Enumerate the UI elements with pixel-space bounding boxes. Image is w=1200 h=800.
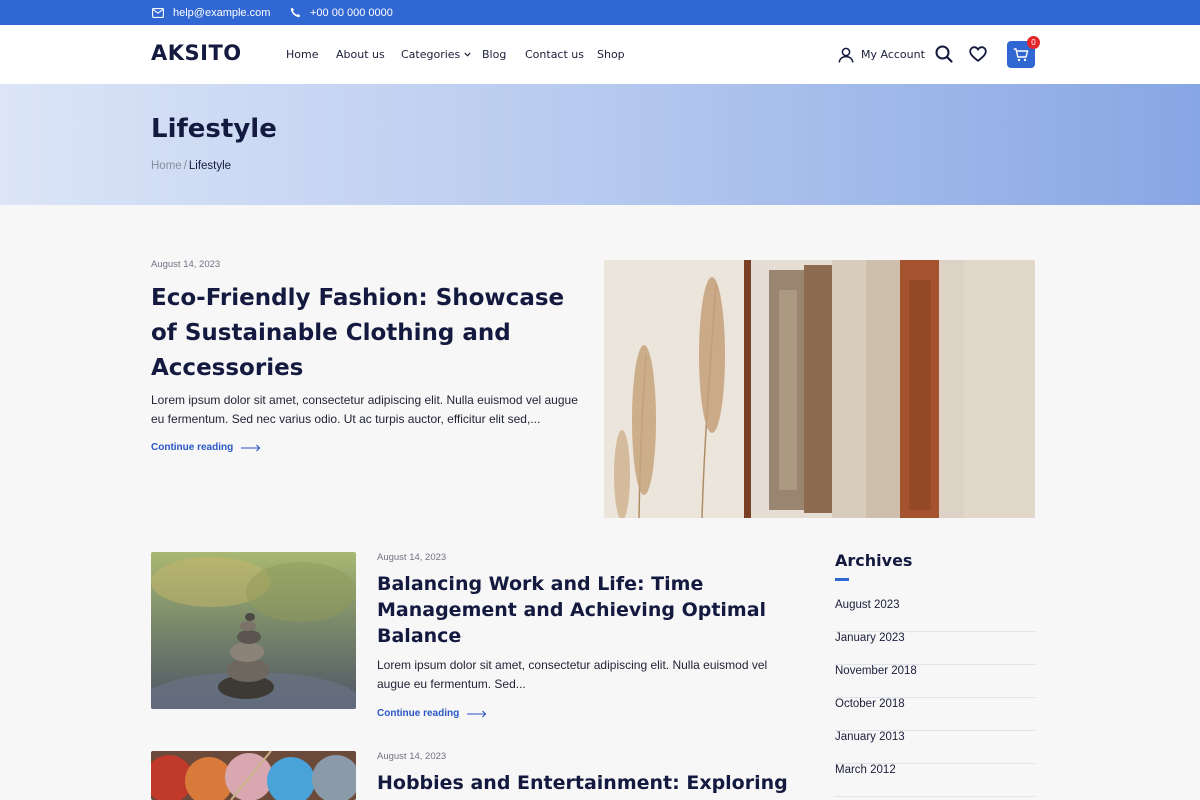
nav-about[interactable]: About us [336,25,385,84]
mail-icon [152,7,164,18]
featured-post-title[interactable]: Eco-Friendly Fashion: Showcase of Sustai… [151,281,591,386]
featured-continue-reading-link[interactable]: Continue reading [151,442,261,453]
arrow-right-icon [467,710,487,717]
my-account-label: My Account [861,48,925,61]
cart-icon [1013,47,1029,61]
phone-icon [290,7,301,18]
page-title: Lifestyle [151,114,277,144]
nav-blog-label: Blog [482,48,507,61]
featured-post-image[interactable] [604,260,1035,518]
featured-post-date: August 14, 2023 [151,259,221,270]
archive-link-label: March 2012 [835,764,896,776]
cart-count-badge: 0 [1027,36,1040,49]
user-icon [838,47,854,63]
email-text: help@example.com [173,6,271,19]
archive-link[interactable]: October 2018 [835,698,1035,731]
nav-home[interactable]: Home [286,25,318,84]
nav-shop[interactable]: Shop [597,25,625,84]
heart-icon[interactable] [968,44,988,64]
phone-text: +00 00 000 0000 [310,6,393,19]
archive-link-label: January 2023 [835,632,905,644]
archive-link[interactable]: January 2013 [835,731,1035,764]
site-header: AKSITO Home About us Categories Blog Con… [0,25,1200,84]
post-image-hobbies[interactable] [151,751,356,800]
breadcrumb-current: Lifestyle [188,160,232,172]
chevron-down-icon [464,52,471,57]
archive-link-label: January 2013 [835,731,905,743]
search-icon[interactable] [934,44,954,64]
email-contact[interactable]: help@example.com [152,0,270,25]
post-title[interactable]: Hobbies and Entertainment: Exploring [377,770,797,796]
post-image-balancing[interactable] [151,552,356,709]
archive-link[interactable]: August 2023 [835,599,1035,632]
post-date: August 14, 2023 [377,751,447,762]
continue-reading-label: Continue reading [151,442,234,453]
breadcrumb-separator: / [183,160,187,172]
featured-post-excerpt: Lorem ipsum dolor sit amet, consectetur … [151,393,578,426]
archive-link[interactable]: January 2023 [835,632,1035,665]
archive-link[interactable]: November 2018 [835,665,1035,698]
nav-contact-label: Contact us [525,48,584,61]
post-excerpt: Lorem ipsum dolor sit amet, consectetur … [377,658,768,691]
archive-link-label: August 2023 [835,599,900,611]
archives-heading: Archives [835,551,913,570]
top-bar: help@example.com +00 00 000 0000 [0,0,1200,25]
nav-blog[interactable]: Blog [482,25,506,84]
nav-about-label: About us [336,48,385,61]
nav-categories-label: Categories [401,48,461,61]
nav-home-label: Home [286,48,319,61]
breadcrumb-home[interactable]: Home [151,160,182,172]
post-continue-reading-link[interactable]: Continue reading [377,708,487,719]
page-hero: Lifestyle Home / Lifestyle [0,84,1200,205]
post-date: August 14, 2023 [377,552,447,563]
archive-link-label: November 2018 [835,665,917,677]
arrow-right-icon [241,444,261,451]
heading-underline [835,578,849,581]
my-account-link[interactable]: My Account [838,25,925,84]
nav-categories[interactable]: Categories [401,25,471,84]
archive-link[interactable]: March 2012 [835,764,1035,797]
nav-contact[interactable]: Contact us [525,25,584,84]
post-title[interactable]: Balancing Work and Life: Time Management… [377,571,797,649]
continue-reading-label: Continue reading [377,708,460,719]
archive-link-label: October 2018 [835,698,905,710]
phone-contact[interactable]: +00 00 000 0000 [290,0,393,25]
site-logo[interactable]: AKSITO [151,41,242,65]
nav-shop-label: Shop [597,48,625,61]
breadcrumb: Home / Lifestyle [151,160,231,172]
